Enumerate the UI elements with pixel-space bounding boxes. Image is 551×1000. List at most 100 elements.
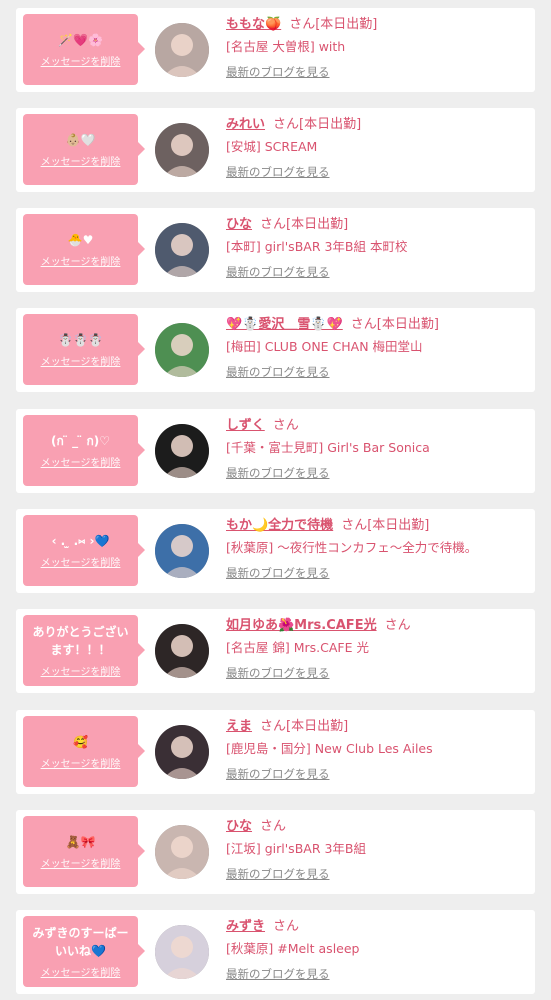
honorific: さん	[350, 317, 377, 332]
shop-name: [千葉・富士見町] Girl's Bar Sonica	[226, 440, 430, 455]
cast-name-link[interactable]: 💖☃️愛沢＿雪☃️💖	[226, 317, 343, 332]
avatar-image	[155, 323, 209, 377]
delete-message-link[interactable]: メッセージを削除	[41, 755, 121, 770]
avatar[interactable]	[155, 23, 209, 77]
attendance-status: [本日出勤]	[367, 518, 430, 533]
delete-message-link[interactable]: メッセージを削除	[41, 253, 121, 268]
avatar[interactable]	[155, 424, 209, 478]
cast-name-link[interactable]: ひな	[226, 217, 252, 232]
honorific: さん	[384, 618, 411, 633]
latest-blog-link[interactable]: 最新のブログを見る	[226, 765, 330, 783]
cast-name-link[interactable]: ひな	[226, 819, 252, 834]
message-bubble: 🪄💗🌸 メッセージを削除	[23, 14, 145, 85]
cast-name-link[interactable]: ももな🍑	[226, 17, 281, 32]
honorific: さん	[260, 819, 287, 834]
cast-name-link[interactable]: みれい	[226, 117, 265, 132]
avatar-image	[155, 223, 209, 277]
shop-name: [名古屋 錦] Mrs.CAFE 光	[226, 640, 369, 655]
message-bubble: みずきのすーぱーいいね💙 メッセージを削除	[23, 916, 145, 987]
message-card: 🥰 メッセージを削除 えま さん[本日出勤] [鹿児島・国分] New Club …	[16, 710, 535, 794]
shop-name: [秋葉原] #Melt asleep	[226, 941, 360, 956]
cast-name-link[interactable]: しずく	[226, 418, 265, 433]
avatar[interactable]	[155, 223, 209, 277]
message-card: 🐣♥ メッセージを削除 ひな さん[本日出勤] [本町] girl'sBAR 3年…	[16, 208, 535, 292]
cast-info: 💖☃️愛沢＿雪☃️💖 さん[本日出勤] [梅田] CLUB ONE CHAN 梅田…	[226, 315, 526, 381]
cast-name-link[interactable]: もか🌙全力で待機	[226, 518, 333, 533]
attendance-status: [本日出勤]	[286, 217, 349, 232]
shop-name: [本町] girl'sBAR 3年B組 本町校	[226, 239, 408, 254]
message-bubble: ありがとうございます！！！ メッセージを削除	[23, 615, 145, 686]
honorific: さん	[260, 719, 287, 734]
message-card: ☃️☃️☃️ メッセージを削除 💖☃️愛沢＿雪☃️💖 さん[本日出勤] [梅田] …	[16, 308, 535, 392]
avatar-image	[155, 825, 209, 879]
avatar[interactable]	[155, 123, 209, 177]
avatar-image	[155, 624, 209, 678]
message-card: (ก ̈ _ ̈ ก)♡ メッセージを削除 しずく さん [千葉・富士見町] Gi…	[16, 409, 535, 493]
attendance-status: [本日出勤]	[286, 719, 349, 734]
delete-message-link[interactable]: メッセージを削除	[41, 554, 121, 569]
delete-message-link[interactable]: メッセージを削除	[41, 855, 121, 870]
message-card: 🪄💗🌸 メッセージを削除 ももな🍑 さん[本日出勤] [名古屋 大曽根] with…	[16, 8, 535, 92]
avatar[interactable]	[155, 825, 209, 879]
honorific: さん	[341, 518, 368, 533]
delete-message-link[interactable]: メッセージを削除	[41, 964, 121, 979]
avatar[interactable]	[155, 925, 209, 979]
message-bubble: 🐣♥ メッセージを削除	[23, 214, 145, 285]
latest-blog-link[interactable]: 最新のブログを見る	[226, 63, 330, 81]
shop-name: [梅田] CLUB ONE CHAN 梅田堂山	[226, 339, 423, 354]
message-bubble: 🥰 メッセージを削除	[23, 716, 145, 787]
latest-blog-link[interactable]: 最新のブログを見る	[226, 564, 330, 582]
shop-name: [江坂] girl'sBAR 3年B組	[226, 841, 367, 856]
shop-name: [秋葉原] 〜夜行性コンカフェ〜全力で待機。	[226, 540, 478, 555]
shop-name: [名古屋 大曽根] with	[226, 39, 346, 54]
latest-blog-link[interactable]: 最新のブログを見る	[226, 865, 330, 883]
shop-name: [鹿児島・国分] New Club Les Ailes	[226, 741, 433, 756]
avatar[interactable]	[155, 624, 209, 678]
message-list: 🪄💗🌸 メッセージを削除 ももな🍑 さん[本日出勤] [名古屋 大曽根] with…	[0, 0, 551, 1000]
honorific: さん	[273, 919, 300, 934]
avatar-image	[155, 23, 209, 77]
latest-blog-link[interactable]: 最新のブログを見る	[226, 163, 330, 181]
cast-info: みれい さん[本日出勤] [安城] SCREAM 最新のブログを見る	[226, 115, 526, 181]
cast-info: えま さん[本日出勤] [鹿児島・国分] New Club Les Ailes 最…	[226, 717, 526, 783]
avatar-image	[155, 123, 209, 177]
avatar-image	[155, 524, 209, 578]
avatar[interactable]	[155, 323, 209, 377]
honorific: さん	[273, 117, 300, 132]
honorific: さん	[272, 418, 299, 433]
message-text: ☃️☃️☃️	[58, 332, 103, 347]
latest-blog-link[interactable]: 最新のブログを見る	[226, 664, 330, 682]
latest-blog-link[interactable]: 最新のブログを見る	[226, 464, 330, 482]
honorific: さん	[289, 17, 316, 32]
latest-blog-link[interactable]: 最新のブログを見る	[226, 965, 330, 983]
message-text: 🐣♥	[67, 232, 94, 247]
message-bubble: ☃️☃️☃️ メッセージを削除	[23, 314, 145, 385]
latest-blog-link[interactable]: 最新のブログを見る	[226, 363, 330, 381]
cast-name-link[interactable]: みずき	[226, 919, 265, 934]
cast-info: 如月ゆあ🌺Mrs.CAFE光 さん [名古屋 錦] Mrs.CAFE 光 最新のブ…	[226, 616, 526, 682]
delete-message-link[interactable]: メッセージを削除	[41, 153, 121, 168]
delete-message-link[interactable]: メッセージを削除	[41, 53, 121, 68]
avatar-image	[155, 725, 209, 779]
message-card: 🧸🎀 メッセージを削除 ひな さん [江坂] girl'sBAR 3年B組 最新の…	[16, 810, 535, 894]
avatar[interactable]	[155, 524, 209, 578]
cast-name-link[interactable]: 如月ゆあ🌺Mrs.CAFE光	[226, 618, 377, 633]
cast-info: ももな🍑 さん[本日出勤] [名古屋 大曽根] with 最新のブログを見る	[226, 15, 526, 81]
delete-message-link[interactable]: メッセージを削除	[41, 663, 121, 678]
attendance-status: [本日出勤]	[315, 17, 378, 32]
cast-name-link[interactable]: えま	[226, 719, 252, 734]
message-text: ‹ . ̫ .⑅ ›💙	[51, 534, 110, 548]
delete-message-link[interactable]: メッセージを削除	[41, 353, 121, 368]
message-text: ありがとうございます！！！	[32, 625, 129, 657]
delete-message-link[interactable]: メッセージを削除	[41, 454, 121, 469]
attendance-status: [本日出勤]	[376, 317, 439, 332]
message-bubble: ‹ . ̫ .⑅ ›💙 メッセージを削除	[23, 515, 145, 586]
honorific: さん	[260, 217, 287, 232]
attendance-status: [本日出勤]	[299, 117, 362, 132]
message-card: 👶🏼🤍 メッセージを削除 みれい さん[本日出勤] [安城] SCREAM 最新の…	[16, 108, 535, 192]
message-bubble: 👶🏼🤍 メッセージを削除	[23, 114, 145, 185]
message-text: (ก ̈ _ ̈ ก)♡	[51, 434, 110, 448]
message-text: 👶🏼🤍	[65, 132, 96, 147]
latest-blog-link[interactable]: 最新のブログを見る	[226, 263, 330, 281]
avatar[interactable]	[155, 725, 209, 779]
